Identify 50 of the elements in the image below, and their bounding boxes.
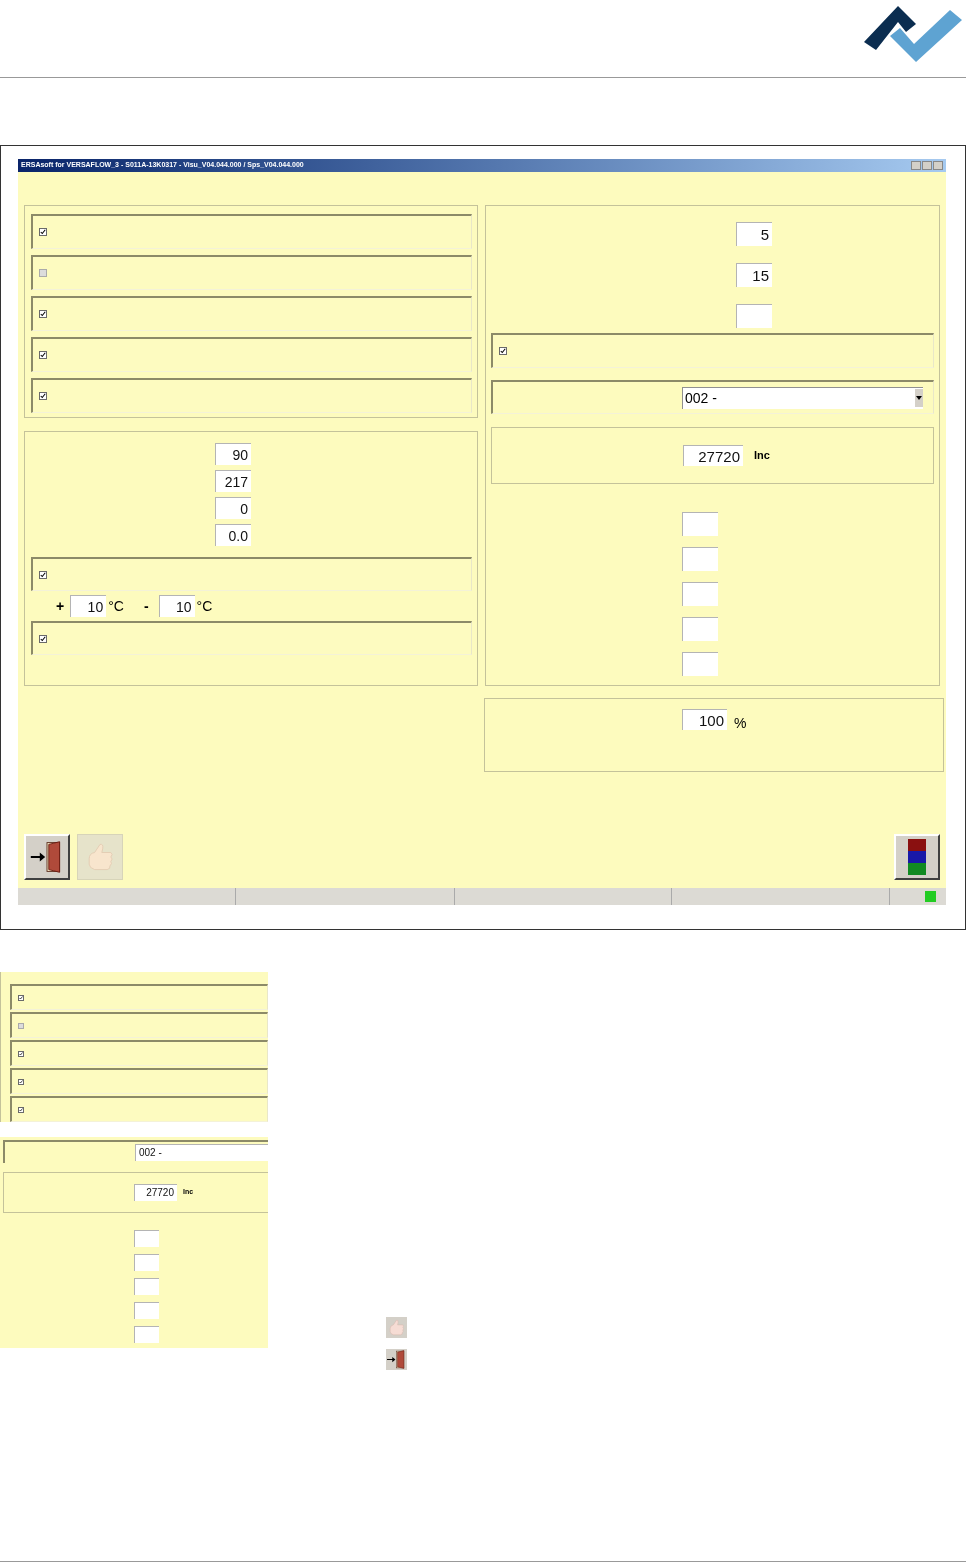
empty-field[interactable] — [736, 304, 772, 328]
close-button[interactable] — [933, 161, 943, 170]
number-field[interactable]: 0.0 — [215, 524, 251, 546]
plus-sign: + — [56, 596, 65, 616]
checkbox[interactable] — [18, 994, 24, 1001]
number-field[interactable]: 100 — [682, 709, 727, 730]
maximize-button[interactable] — [922, 161, 932, 170]
checkbox[interactable] — [39, 392, 47, 400]
checkbox[interactable] — [18, 1050, 24, 1057]
checkbox[interactable] — [39, 269, 47, 277]
number-field[interactable]: 15 — [736, 263, 772, 287]
number-field[interactable]: 90 — [215, 443, 251, 465]
empty-field[interactable] — [134, 1302, 159, 1319]
empty-field[interactable] — [134, 1254, 159, 1271]
number-field[interactable]: 10 — [158, 595, 195, 617]
empty-field[interactable] — [134, 1326, 159, 1343]
number-field[interactable]: 27720 — [134, 1184, 177, 1201]
dropdown[interactable]: 002 - — [135, 1144, 268, 1161]
minus-sign: - — [143, 596, 149, 616]
checkbox[interactable] — [39, 351, 47, 359]
dropdown[interactable]: 002 - — [682, 386, 923, 409]
number-field[interactable]: 10 — [70, 595, 107, 617]
empty-field[interactable] — [682, 617, 718, 641]
color-blocks-icon — [908, 839, 926, 875]
empty-field[interactable] — [682, 547, 718, 571]
minimize-button[interactable] — [911, 161, 921, 170]
color-button[interactable] — [894, 834, 940, 880]
number-field[interactable]: 5 — [736, 222, 772, 246]
checkbox[interactable] — [39, 228, 47, 236]
checkbox[interactable] — [18, 1022, 24, 1029]
number-field[interactable]: 217 — [215, 470, 251, 492]
unit-label: % — [734, 714, 747, 733]
checkbox[interactable] — [499, 347, 507, 355]
empty-field[interactable] — [682, 652, 718, 676]
empty-field[interactable] — [134, 1278, 159, 1295]
unit-label: °C — [196, 596, 213, 616]
checkbox[interactable] — [18, 1106, 24, 1113]
empty-field[interactable] — [682, 512, 718, 536]
exit-button[interactable] — [24, 834, 70, 880]
number-field[interactable]: 0 — [215, 497, 251, 519]
checkbox[interactable] — [39, 634, 47, 643]
empty-field[interactable] — [682, 582, 718, 606]
checkbox[interactable] — [39, 570, 47, 579]
unit-label: °C — [108, 596, 124, 616]
checkbox[interactable] — [18, 1078, 24, 1085]
number-field[interactable]: 27720 — [683, 445, 743, 466]
checkbox[interactable] — [39, 310, 47, 318]
unit-label: Inc — [754, 448, 770, 464]
door-exit-icon — [386, 1349, 407, 1370]
empty-field[interactable] — [134, 1230, 159, 1247]
